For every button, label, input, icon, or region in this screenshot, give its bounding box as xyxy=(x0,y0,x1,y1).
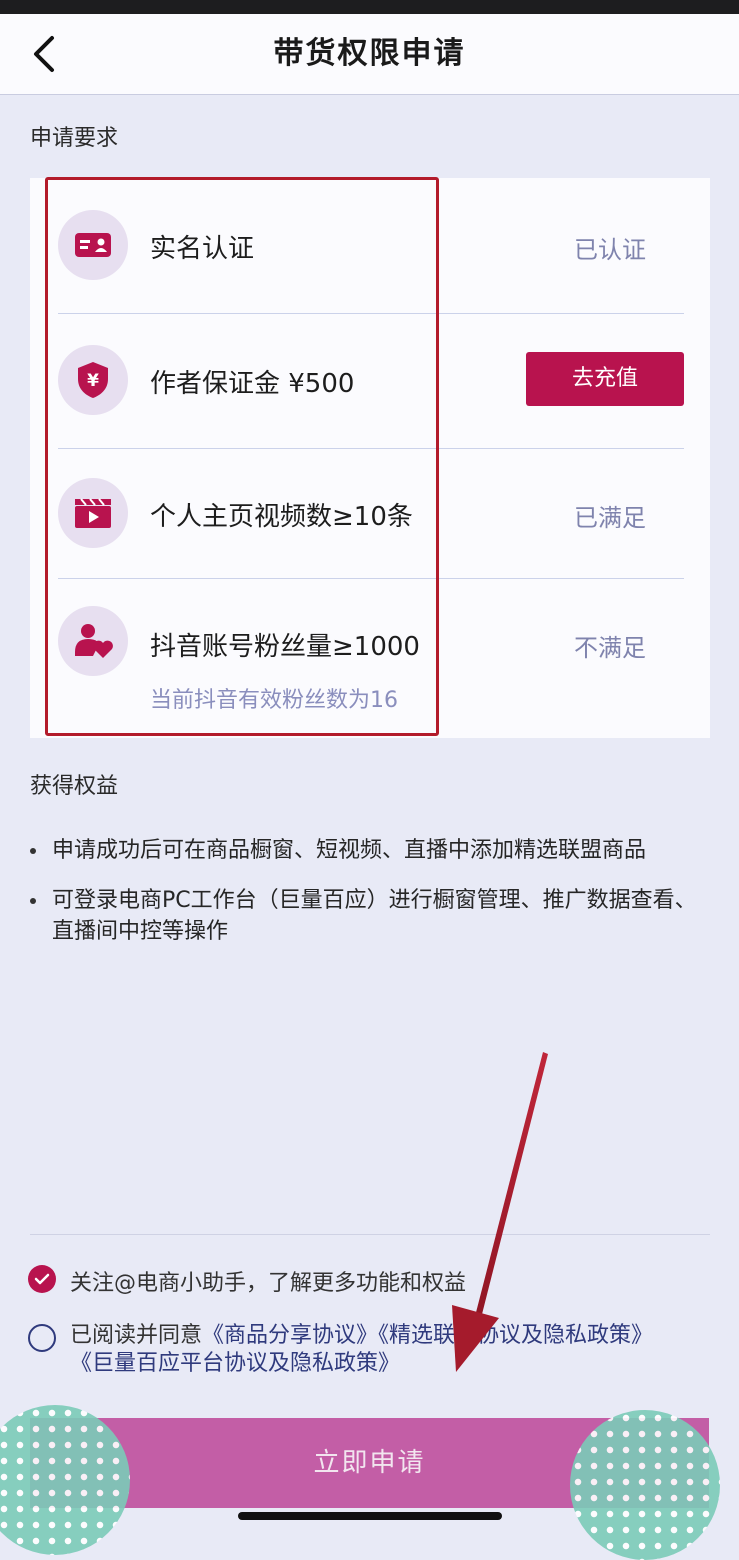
clapperboard-icon xyxy=(58,478,128,548)
decorative-dots xyxy=(570,1410,720,1560)
requirement-title: 个人主页视频数≥10条 xyxy=(150,502,413,532)
recharge-button[interactable]: 去充值 xyxy=(526,352,684,406)
checkbox-unchecked-icon[interactable] xyxy=(28,1324,56,1352)
requirement-status: 已认证 xyxy=(574,236,646,264)
requirement-title: 实名认证 xyxy=(150,234,255,264)
status-bar xyxy=(0,0,739,14)
navigation-bar: 带货权限申请 xyxy=(0,14,739,95)
benefit-item: 可登录电商PC工作台（巨量百应）进行橱窗管理、推广数据查看、直播间中控等操作 xyxy=(30,885,710,949)
requirement-title: 作者保证金 ¥500 xyxy=(150,369,355,399)
baiying-agreement-link[interactable]: 《巨量百应平台协议及隐私政策》 xyxy=(70,1351,400,1376)
requirements-heading: 申请要求 xyxy=(30,126,119,151)
page-title: 带货权限申请 xyxy=(273,36,466,71)
benefits-heading: 获得权益 xyxy=(30,774,119,799)
requirement-title: 抖音账号粉丝量≥1000 xyxy=(150,632,420,662)
benefit-text: 申请成功后可在商品橱窗、短视频、直播中添加精选联盟商品 xyxy=(52,838,647,863)
agreement-text: 已阅读并同意《商品分享协议》《精选联盟协议及隐私政策》《巨量百应平台协议及隐私政… xyxy=(70,1322,720,1378)
benefit-item: 申请成功后可在商品橱窗、短视频、直播中添加精选联盟商品 xyxy=(30,835,710,867)
follower-count-note: 当前抖音有效粉丝数为16 xyxy=(150,688,398,713)
home-indicator xyxy=(238,1512,502,1520)
checkbox-checked-icon[interactable] xyxy=(28,1265,56,1293)
requirement-status: 已满足 xyxy=(574,504,646,532)
bullet-dot xyxy=(30,898,36,904)
requirement-row-followers: 抖音账号粉丝量≥1000 当前抖音有效粉丝数为16 不满足 xyxy=(58,578,684,733)
divider xyxy=(30,1234,710,1235)
requirement-row-videos: 个人主页视频数≥10条 已满足 xyxy=(58,448,684,579)
user-heart-icon xyxy=(58,606,128,676)
follow-assistant-option[interactable]: 关注@电商小助手，了解更多功能和权益 xyxy=(28,1265,718,1297)
agreement-option[interactable]: 已阅读并同意《商品分享协议》《精选联盟协议及隐私政策》《巨量百应平台协议及隐私政… xyxy=(28,1322,718,1382)
benefit-text: 可登录电商PC工作台（巨量百应）进行橱窗管理、推广数据查看、直播间中控等操作 xyxy=(52,888,697,944)
follow-assistant-label: 关注@电商小助手，了解更多功能和权益 xyxy=(70,1271,467,1296)
bullet-dot xyxy=(30,848,36,854)
requirement-row-deposit: ¥ 作者保证金 ¥500 去充值 xyxy=(58,313,684,449)
shield-yen-icon: ¥ xyxy=(58,345,128,415)
agreement-prefix: 已阅读并同意 xyxy=(70,1323,203,1348)
requirements-card: 实名认证 已认证 ¥ 作者保证金 ¥500 去充值 个人主页视频数≥10条 已满… xyxy=(30,178,710,738)
requirement-status: 不满足 xyxy=(574,634,646,662)
id-card-icon xyxy=(58,210,128,280)
product-share-agreement-link[interactable]: 《商品分享协议》 xyxy=(202,1323,378,1348)
alliance-agreement-link[interactable]: 《精选联盟协议及隐私政策》 xyxy=(378,1323,653,1348)
requirement-row-real-name: 实名认证 已认证 xyxy=(58,178,684,314)
svg-text:¥: ¥ xyxy=(87,371,99,391)
